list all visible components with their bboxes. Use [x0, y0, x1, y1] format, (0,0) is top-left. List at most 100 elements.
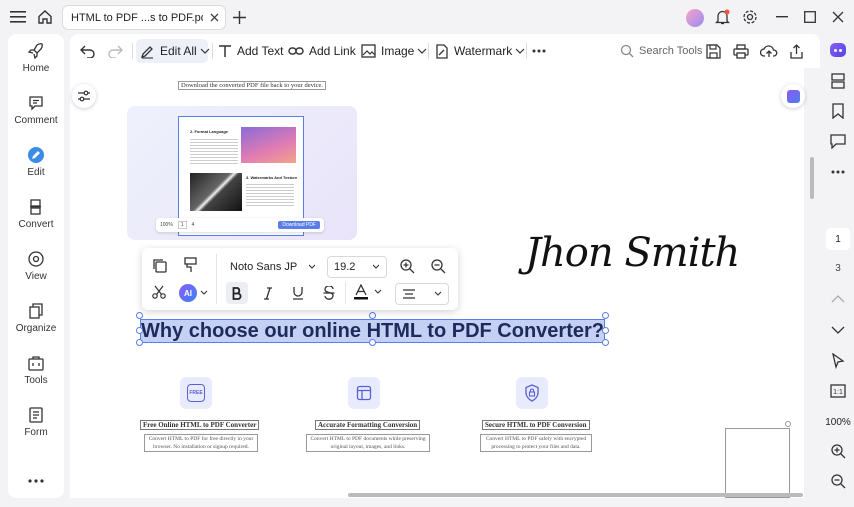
ai-tools-button[interactable]: AI — [179, 284, 208, 302]
preview-text-lines — [246, 182, 294, 208]
zoom-level[interactable]: 100% — [822, 414, 854, 430]
feature-title[interactable]: Accurate Formatting Conversion — [315, 420, 421, 430]
more-options-icon[interactable] — [26, 474, 46, 488]
edit-all-label: Edit All — [160, 44, 197, 58]
text-align-select[interactable] — [395, 283, 449, 305]
scissors-cut-icon[interactable] — [150, 283, 168, 301]
frame-handle[interactable] — [785, 421, 791, 427]
redo-icon[interactable] — [107, 34, 123, 68]
sidebar-item-organize[interactable]: Organize — [8, 302, 64, 334]
resize-handle[interactable] — [602, 339, 609, 346]
sidebar-item-form[interactable]: Form — [8, 406, 64, 438]
image-label: Image — [381, 44, 415, 58]
signature[interactable]: Jhon Smith — [525, 230, 740, 276]
top-caption[interactable]: Download the converted PDF file back to … — [178, 81, 327, 90]
sidebar-item-label: Comment — [14, 115, 58, 126]
settings-gear-icon[interactable] — [741, 8, 759, 26]
document-tab[interactable]: HTML to PDF ...s to PDF.pdf * — [62, 5, 226, 30]
edit-all-button[interactable]: Edit All — [140, 34, 210, 68]
preview-text-lines — [190, 137, 238, 165]
vertical-scrollbar[interactable] — [810, 157, 814, 199]
italic-button[interactable] — [257, 282, 279, 304]
resize-handle[interactable] — [136, 312, 143, 319]
search-tools[interactable]: Search Tools — [620, 34, 702, 68]
feature-description[interactable]: Convert HTML to PDF documents while pres… — [306, 434, 430, 452]
resize-handle[interactable] — [369, 312, 376, 319]
text-t-icon — [219, 45, 231, 57]
menu-icon[interactable] — [9, 9, 27, 25]
tab-title: HTML to PDF ...s to PDF.pdf * — [71, 11, 203, 24]
preview-page-num: 1 — [177, 221, 187, 229]
resize-handle[interactable] — [136, 339, 143, 346]
feature-title[interactable]: Secure HTML to PDF Conversion — [482, 420, 590, 430]
preview-card[interactable]: 2. Format Language 3. Watermarks And Tex… — [127, 106, 357, 240]
previous-page-icon[interactable] — [822, 290, 854, 308]
more-tools-icon[interactable] — [532, 34, 546, 68]
resize-handle[interactable] — [602, 312, 609, 319]
edit-pen-icon — [28, 147, 44, 163]
watermark-button[interactable]: Watermark — [435, 34, 525, 68]
ai-assistant-icon[interactable] — [781, 84, 805, 108]
add-text-button[interactable]: Add Text — [218, 34, 283, 68]
empty-frame[interactable] — [725, 428, 790, 498]
image-button[interactable]: Image — [361, 34, 427, 68]
add-link-button[interactable]: Add Link — [288, 34, 356, 68]
resize-handle[interactable] — [136, 327, 143, 334]
actual-size-icon[interactable]: 1:1 — [822, 380, 854, 402]
copy-style-icon[interactable] — [150, 256, 168, 274]
zoom-out-icon[interactable] — [822, 471, 854, 491]
feature-title[interactable]: Free Online HTML to PDF Converter — [140, 420, 260, 430]
cloud-upload-icon[interactable] — [760, 34, 778, 68]
resize-handle[interactable] — [369, 339, 376, 346]
underline-button[interactable] — [287, 282, 309, 304]
close-tab-icon[interactable] — [203, 8, 225, 28]
thumbnails-icon[interactable] — [822, 70, 854, 92]
font-size-select[interactable]: 19.2 — [327, 256, 387, 278]
link-icon — [288, 47, 304, 55]
sidebar-item-convert[interactable]: Convert — [8, 198, 64, 230]
share-icon[interactable] — [789, 34, 804, 68]
font-color-select[interactable] — [354, 284, 382, 300]
close-window-icon[interactable] — [830, 9, 846, 25]
view-icon — [28, 251, 44, 267]
comments-panel-icon[interactable] — [822, 130, 854, 152]
sidebar-item-edit[interactable]: Edit — [8, 146, 64, 178]
font-family-select[interactable]: Noto Sans JP — [224, 256, 322, 278]
bell-icon[interactable] — [713, 8, 731, 26]
maximize-icon[interactable] — [802, 9, 818, 25]
format-painter-icon[interactable] — [181, 256, 199, 274]
zoom-in-icon[interactable] — [822, 441, 854, 461]
feature-description[interactable]: Convert HTML to PDF for free directly in… — [144, 434, 258, 452]
sidebar-item-label: Tools — [24, 375, 48, 386]
toolbox-icon — [28, 356, 44, 371]
avatar[interactable] — [686, 9, 704, 27]
ai-robot-icon[interactable] — [822, 40, 854, 60]
print-icon[interactable] — [733, 34, 749, 68]
sidebar-item-label: Edit — [27, 167, 45, 178]
next-page-icon[interactable] — [822, 321, 854, 339]
horizontal-scrollbar[interactable] — [348, 493, 803, 497]
undo-icon[interactable] — [80, 34, 96, 68]
properties-sliders-icon[interactable] — [72, 84, 96, 108]
sidebar-item-view[interactable]: View — [8, 250, 64, 282]
page-number-current[interactable]: 1 — [822, 227, 854, 251]
bookmark-icon[interactable] — [822, 100, 854, 122]
divider — [212, 43, 213, 59]
sidebar-item-tools[interactable]: Tools — [8, 354, 64, 386]
minimize-icon[interactable] — [774, 9, 790, 25]
sidebar-item-home[interactable]: Home — [8, 42, 64, 74]
sidebar-item-comment[interactable]: Comment — [8, 94, 64, 126]
strikethrough-button[interactable] — [318, 282, 340, 304]
select-cursor-icon[interactable] — [822, 350, 854, 372]
page-total-label: 3 — [835, 262, 841, 274]
new-tab-icon[interactable] — [231, 9, 247, 25]
zoom-in-text-icon[interactable] — [398, 257, 416, 275]
zoom-out-text-icon[interactable] — [429, 257, 447, 275]
feature-description[interactable]: Convert HTML to PDF safely with encrypte… — [480, 434, 592, 452]
save-icon[interactable] — [706, 34, 721, 68]
more-panel-icon[interactable] — [822, 162, 854, 182]
resize-handle[interactable] — [602, 327, 609, 334]
bold-button[interactable] — [226, 282, 248, 304]
home-icon[interactable] — [36, 8, 54, 26]
divider — [345, 282, 346, 304]
